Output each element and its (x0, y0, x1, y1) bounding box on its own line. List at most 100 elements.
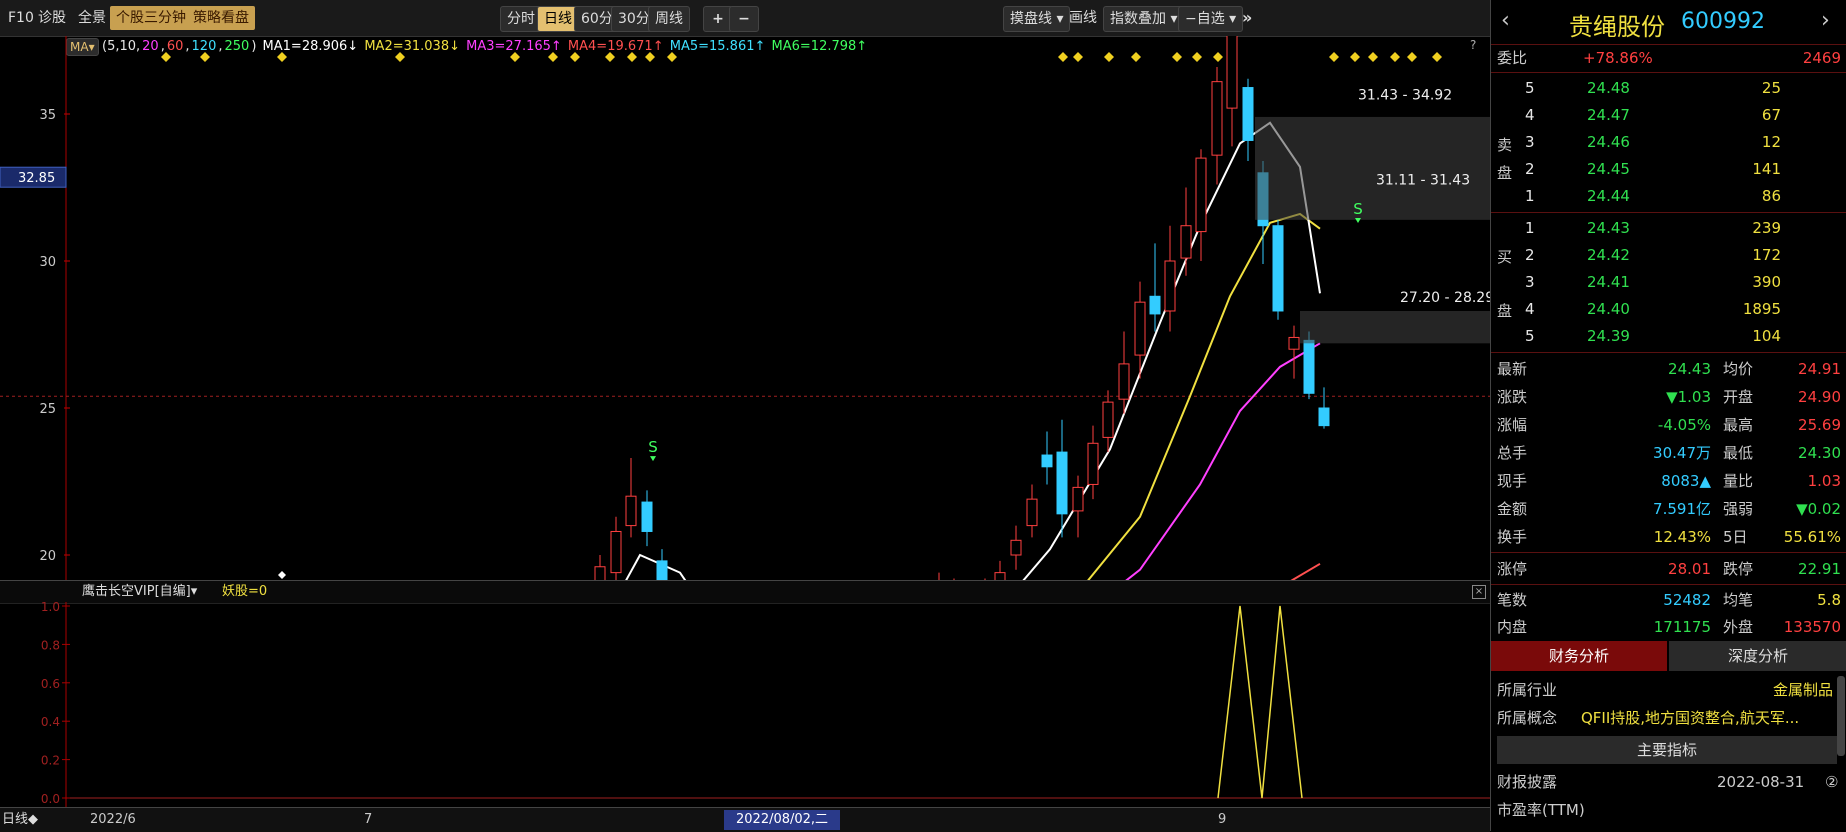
stat-value: 55.61% (1783, 528, 1841, 546)
bid-level-index: 3 (1525, 273, 1535, 291)
draw-line-button[interactable]: 画线 (1063, 6, 1103, 30)
bid-level-3[interactable]: 3 24.41 390 (1491, 268, 1846, 296)
stat-value: 24.30 (1798, 444, 1841, 462)
ask-price: 24.48 (1587, 79, 1630, 97)
index-overlay-button[interactable]: 指数叠加 ▾ (1103, 6, 1185, 32)
bid-level-1[interactable]: 1 24.43 239 (1491, 214, 1846, 242)
sell-mark-4-arrow (1355, 217, 1361, 223)
stat-row: 换手 12.43% 5日 55.61% (1491, 523, 1846, 551)
ask-level-index: 1 (1525, 187, 1535, 205)
ask-level-index: 4 (1525, 106, 1535, 124)
stat-label: 最高 (1723, 416, 1754, 434)
key-indicators-header[interactable]: 主要指标 (1497, 736, 1837, 764)
bid-level-5[interactable]: 5 24.39 104 (1491, 322, 1846, 350)
bid-price: 24.39 (1587, 327, 1630, 345)
ask-level-3[interactable]: 3 24.46 12 (1491, 128, 1846, 156)
flow-value: 52482 (1663, 591, 1711, 609)
candle-body (1102, 401, 1114, 438)
concept-value[interactable]: QFII持股,地方国资整合,航天军... (1581, 704, 1831, 732)
candle-body (1195, 157, 1207, 233)
tab-financial[interactable]: 财务分析 (1491, 641, 1667, 671)
ask-level-4[interactable]: 4 24.47 67 (1491, 101, 1846, 129)
ask-level-2[interactable]: 2 24.45 141 (1491, 155, 1846, 183)
candle-body (1056, 451, 1068, 515)
ask-level-index: 3 (1525, 133, 1535, 151)
industry-value[interactable]: 金属制品 (1773, 676, 1833, 704)
stat-label: 强弱 (1723, 500, 1754, 518)
ask-level-1[interactable]: 1 24.44 86 (1491, 182, 1846, 210)
three-minute-button[interactable]: 个股三分钟 (110, 6, 192, 30)
candle-body (610, 530, 622, 574)
signal-diamond (605, 52, 615, 62)
zone-band-1 (1255, 116, 1490, 220)
date-label-jun: 2022/6 (90, 812, 136, 827)
bid-volume: 1895 (1742, 300, 1781, 318)
date-mode[interactable]: 日线◆ (2, 808, 38, 832)
watchlist-button[interactable]: −自选 ▾ (1178, 6, 1244, 32)
ask-level-5[interactable]: 5 24.48 25 (1491, 74, 1846, 102)
signal-diamond (1058, 52, 1068, 62)
stat-value: 24.43 (1668, 360, 1711, 378)
stat-value: ▼0.02 (1796, 500, 1841, 518)
flow-value: 5.8 (1817, 591, 1841, 609)
flow-label: 均笔 (1723, 591, 1754, 609)
date-label-jul: 7 (364, 812, 373, 827)
signal-diamond (395, 52, 405, 62)
zoom-out-button[interactable]: − (729, 6, 759, 32)
stat-label: 现手 (1497, 472, 1528, 490)
price-tick: 30 (39, 255, 56, 270)
signal-diamond (161, 52, 171, 62)
ma3-line (1123, 342, 1321, 581)
industry-row: 所属行业 金属制品 (1491, 676, 1846, 704)
ask-price: 24.47 (1587, 106, 1630, 124)
signal-diamond (645, 52, 655, 62)
cursor-date: 2022/08/02,二 (724, 810, 841, 830)
stat-row: 涨跌 ▼1.03 开盘 24.90 (1491, 383, 1846, 411)
signal-diamond (1131, 52, 1141, 62)
ask-level-index: 5 (1525, 79, 1535, 97)
candle-body (1041, 454, 1053, 468)
forward-icon[interactable]: › (1821, 8, 1830, 33)
sub-tick: 0.8 (41, 638, 60, 652)
panel-scrollbar[interactable] (1837, 676, 1845, 756)
stat-label: 金额 (1497, 500, 1528, 518)
ma4-line (1288, 562, 1321, 581)
flow-row: 笔数 52482 均笔 5.8 (1491, 586, 1846, 614)
signal-diamond (1407, 52, 1417, 62)
candle-body (1072, 486, 1084, 512)
sell-mark-4: S (1353, 200, 1363, 218)
bid-level-4[interactable]: 4 24.40 1895 (1491, 295, 1846, 323)
indicator-title[interactable]: 鹰击长空VIP[自编]▾ (82, 581, 197, 603)
candlestick-chart[interactable]: 35302520151032.8538.8031.43 - 34.9231.11… (0, 36, 1490, 581)
bid-level-2[interactable]: 2 24.42 172 (1491, 241, 1846, 269)
period-daily[interactable]: 日线 (537, 6, 579, 32)
signal-diamond (1432, 52, 1442, 62)
date-label-sep: 9 (1218, 812, 1227, 827)
candle-body (1164, 260, 1176, 312)
quote-header: ‹ 贵绳股份 600992 › (1491, 0, 1846, 45)
back-icon[interactable]: ‹ (1501, 8, 1510, 33)
touch-line-button[interactable]: 摸盘线 ▾ (1003, 6, 1071, 32)
zone-band-3 (1300, 310, 1490, 344)
signal-diamond (667, 52, 677, 62)
zone2-label: 31.11 - 31.43 (1376, 173, 1470, 189)
panorama-button[interactable]: 全景 (72, 6, 112, 30)
close-indicator-icon[interactable]: × (1472, 585, 1486, 599)
concept-label: 所属概念 (1497, 709, 1558, 727)
collapse-icon[interactable]: » (1236, 6, 1258, 30)
index-overlay-label: 指数叠加 (1110, 11, 1166, 27)
report-info-icon[interactable]: ② (1825, 768, 1838, 796)
tab-depth[interactable]: 深度分析 (1669, 641, 1846, 671)
candle-body (1272, 225, 1284, 312)
stat-value: ▼1.03 (1666, 388, 1711, 406)
period-weekly[interactable]: 周线 (648, 6, 690, 32)
stat-value: 8083▲ (1661, 472, 1711, 490)
toolbar: F10 诊股 全景 个股三分钟 策略看盘 分时 日线 60分 30分 周线 + … (0, 0, 1490, 37)
diagnose-button[interactable]: 诊股 (32, 6, 72, 30)
period-intraday[interactable]: 分时 (500, 6, 542, 32)
stat-label: 最低 (1723, 444, 1754, 462)
sub-tick: 0.6 (41, 677, 60, 691)
stat-value: 12.43% (1653, 528, 1711, 546)
strategy-button[interactable]: 策略看盘 (187, 6, 255, 30)
signal-diamond (1172, 52, 1182, 62)
